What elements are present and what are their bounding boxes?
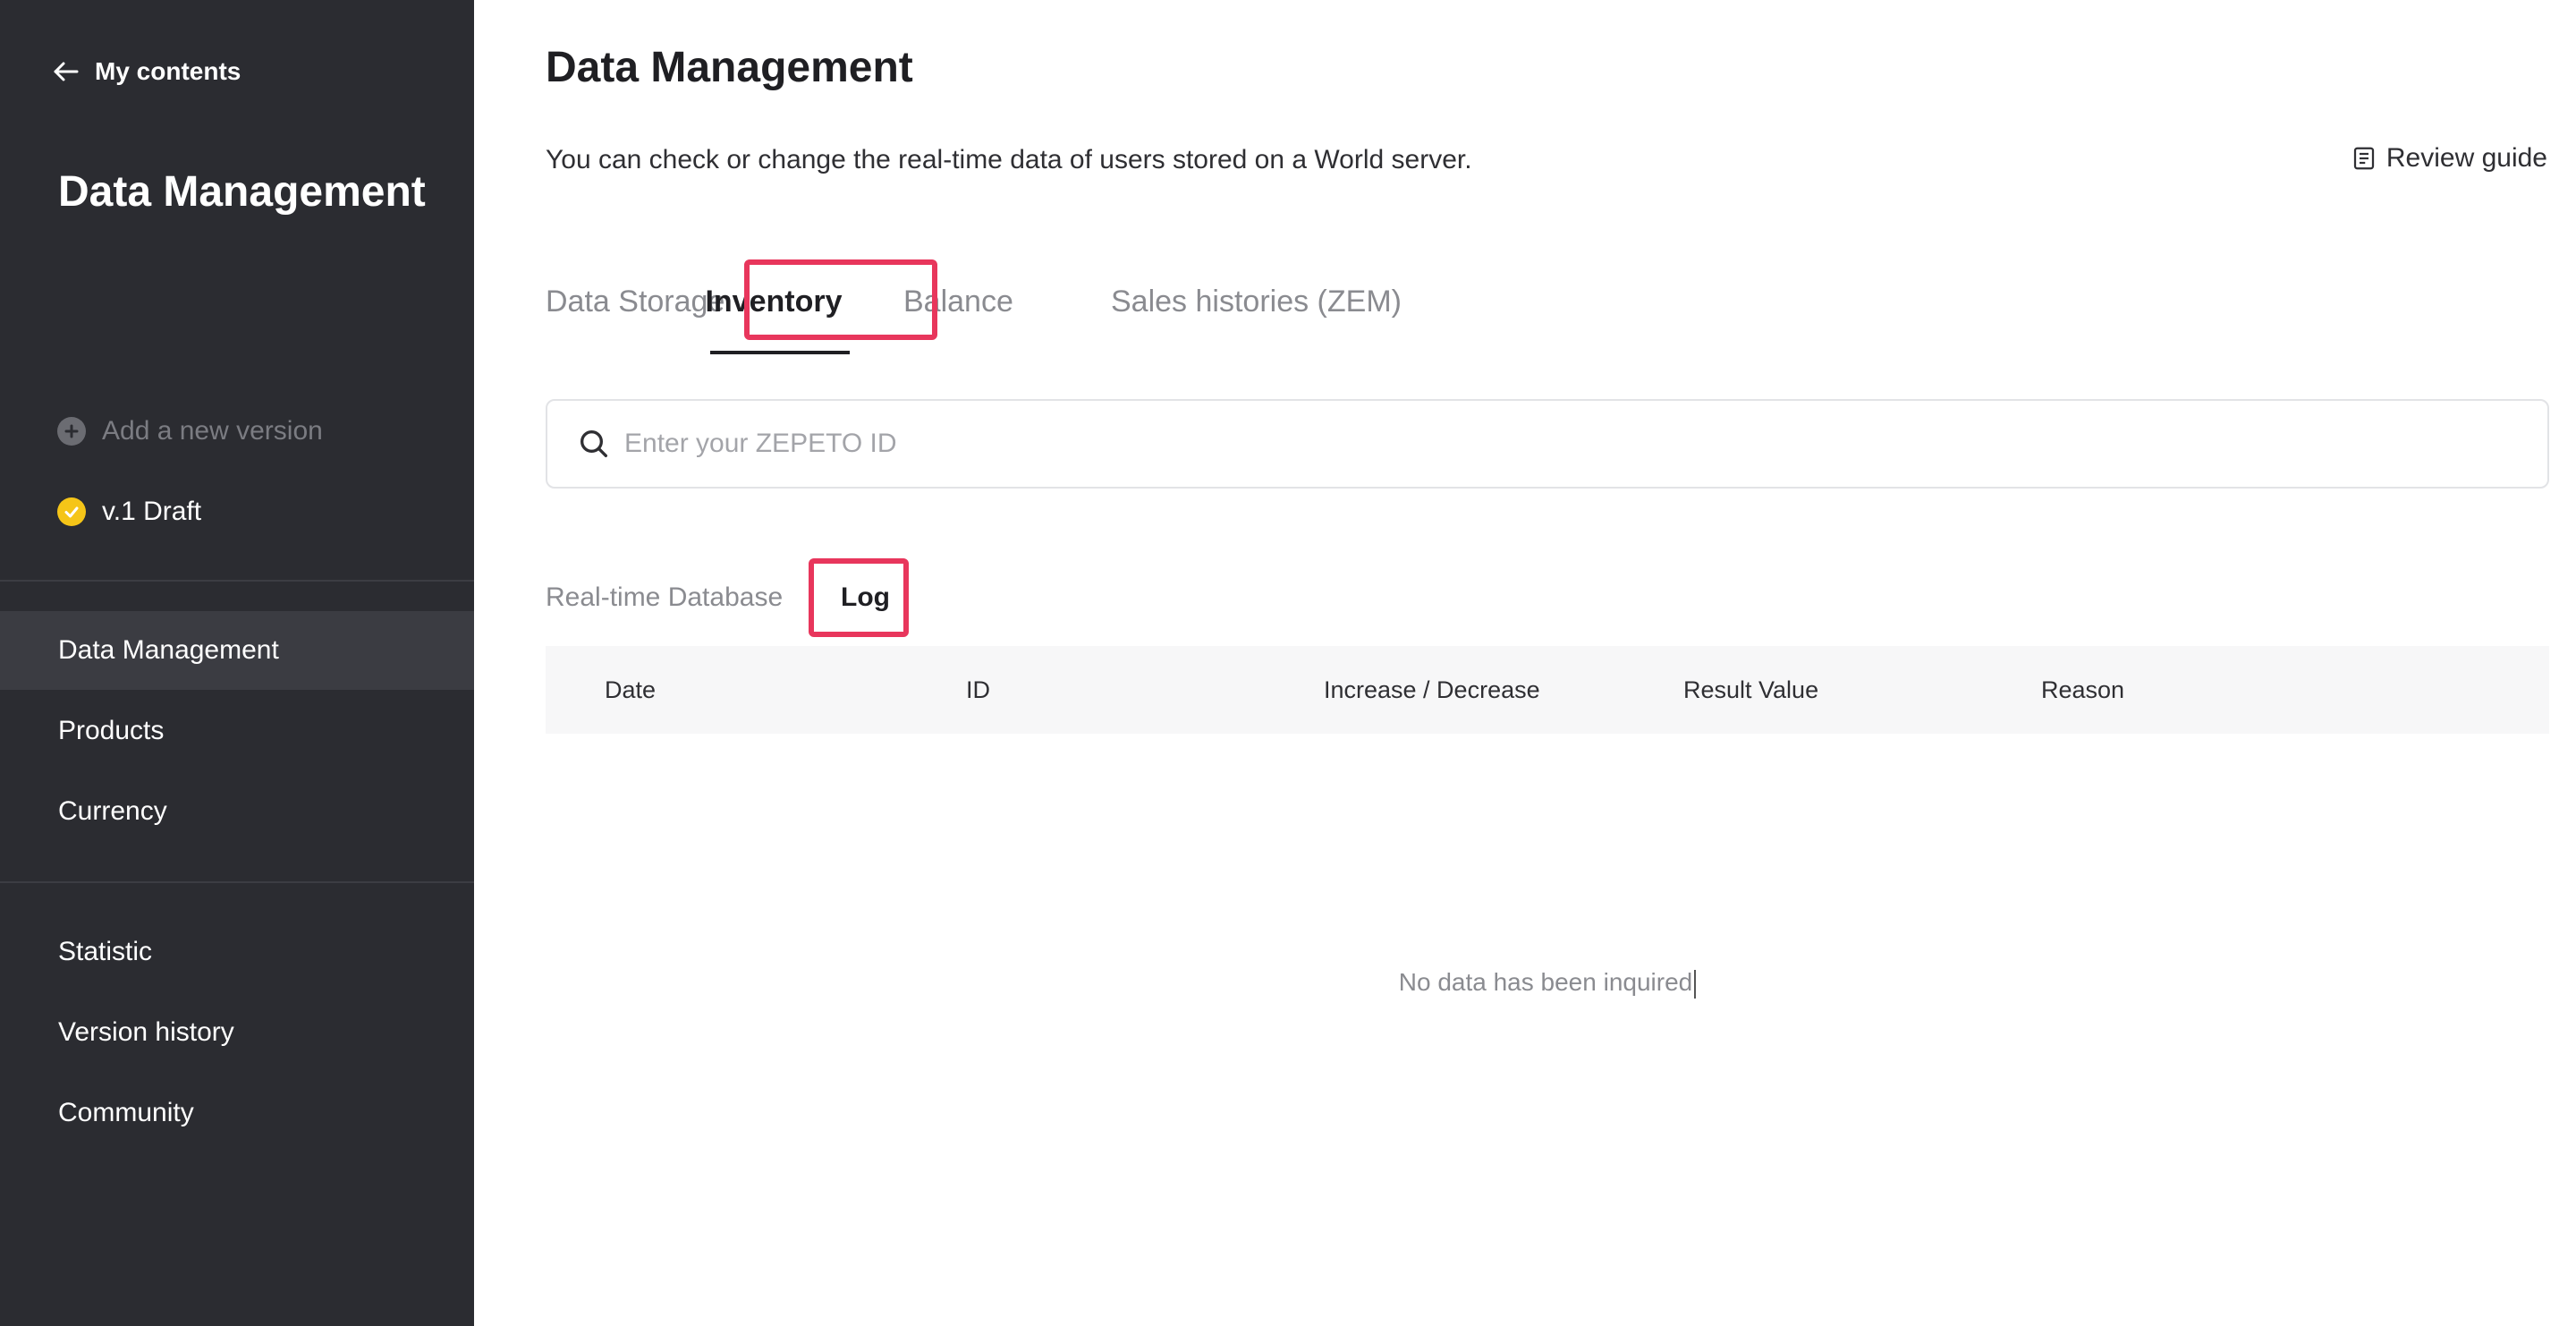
tab-sales-histories[interactable]: Sales histories (ZEM) — [1111, 258, 1402, 345]
document-icon — [2353, 147, 2375, 170]
page-description: You can check or change the real-time da… — [546, 145, 1472, 174]
arrow-left-icon — [54, 62, 79, 81]
log-table-header: Date ID Increase / Decrease Result Value… — [546, 646, 2549, 734]
column-header-reason: Reason — [2041, 676, 2125, 703]
back-to-my-contents-link[interactable]: My contents — [50, 54, 241, 89]
check-circle-icon — [57, 497, 86, 526]
sidebar-item-community[interactable]: Community — [0, 1074, 474, 1152]
add-new-version-label: Add a new version — [102, 416, 323, 446]
sidebar-item-currency[interactable]: Currency — [0, 772, 474, 851]
empty-state-message: No data has been inquired — [546, 968, 2549, 999]
column-header-increase-decrease: Increase / Decrease — [1324, 676, 1540, 703]
sidebar-item-version-history[interactable]: Version history — [0, 993, 474, 1072]
version-draft-label: v.1 Draft — [102, 497, 202, 526]
plus-circle-icon — [57, 417, 86, 446]
sidebar-item-statistic[interactable]: Statistic — [0, 913, 474, 991]
empty-state-text: No data has been inquired — [1398, 968, 1693, 996]
active-tab-underline — [710, 351, 850, 354]
search-icon — [580, 430, 607, 457]
text-cursor — [1694, 969, 1697, 999]
zepeto-id-search-input[interactable] — [624, 429, 2503, 459]
version-draft-item[interactable]: v.1 Draft — [57, 494, 201, 530]
review-guide-link[interactable]: Review guide — [2351, 143, 2547, 174]
sidebar-title: Data Management — [58, 168, 426, 216]
search-box — [546, 399, 2549, 489]
column-header-result-value: Result Value — [1683, 676, 1819, 703]
main-content: Data Management You can check or change … — [474, 0, 2576, 1326]
subtab-real-time-database[interactable]: Real-time Database — [546, 569, 783, 626]
column-header-date: Date — [605, 676, 657, 703]
sidebar-divider — [0, 580, 474, 582]
sidebar-item-data-management[interactable]: Data Management — [0, 611, 474, 690]
back-link-label: My contents — [95, 57, 242, 85]
tab-inventory[interactable]: Inventory — [682, 258, 866, 345]
tab-balance[interactable]: Balance — [903, 258, 1013, 345]
page-title: Data Management — [546, 44, 913, 91]
add-new-version-button[interactable]: Add a new version — [57, 413, 323, 449]
sidebar-item-products[interactable]: Products — [0, 692, 474, 770]
sidebar-divider — [0, 881, 474, 883]
column-header-id: ID — [966, 676, 990, 703]
review-guide-label: Review guide — [2385, 143, 2547, 173]
subtab-log[interactable]: Log — [841, 569, 890, 626]
sidebar: My contents Data Management Add a new ve… — [0, 0, 474, 1326]
